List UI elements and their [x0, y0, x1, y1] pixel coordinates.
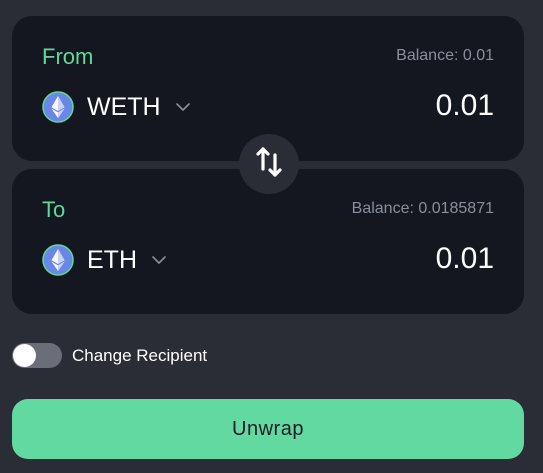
- swap-vertical-icon: [255, 145, 283, 184]
- to-label: To: [42, 197, 66, 222]
- from-label: From: [42, 44, 94, 69]
- change-recipient-label: Change Recipient: [72, 345, 208, 365]
- unwrap-button[interactable]: Unwrap: [12, 399, 524, 459]
- to-amount: 0.01: [435, 242, 494, 275]
- swap-direction-button[interactable]: [239, 134, 299, 194]
- change-recipient-toggle[interactable]: [12, 343, 62, 368]
- ethereum-icon: [42, 244, 74, 276]
- from-token-selector[interactable]: WETH: [42, 91, 191, 123]
- from-token-symbol: WETH: [87, 92, 161, 121]
- change-recipient-row: Change Recipient: [12, 343, 207, 368]
- from-balance: Balance: 0.01: [396, 47, 494, 64]
- from-amount-input[interactable]: 0.01: [436, 89, 494, 123]
- to-balance: Balance: 0.0185871: [351, 200, 494, 217]
- to-token-selector[interactable]: ETH: [42, 244, 167, 276]
- toggle-knob: [13, 344, 36, 367]
- to-token-symbol: ETH: [87, 245, 137, 274]
- ethereum-icon: [42, 91, 74, 123]
- chevron-down-icon: [175, 102, 191, 112]
- chevron-down-icon: [151, 255, 167, 265]
